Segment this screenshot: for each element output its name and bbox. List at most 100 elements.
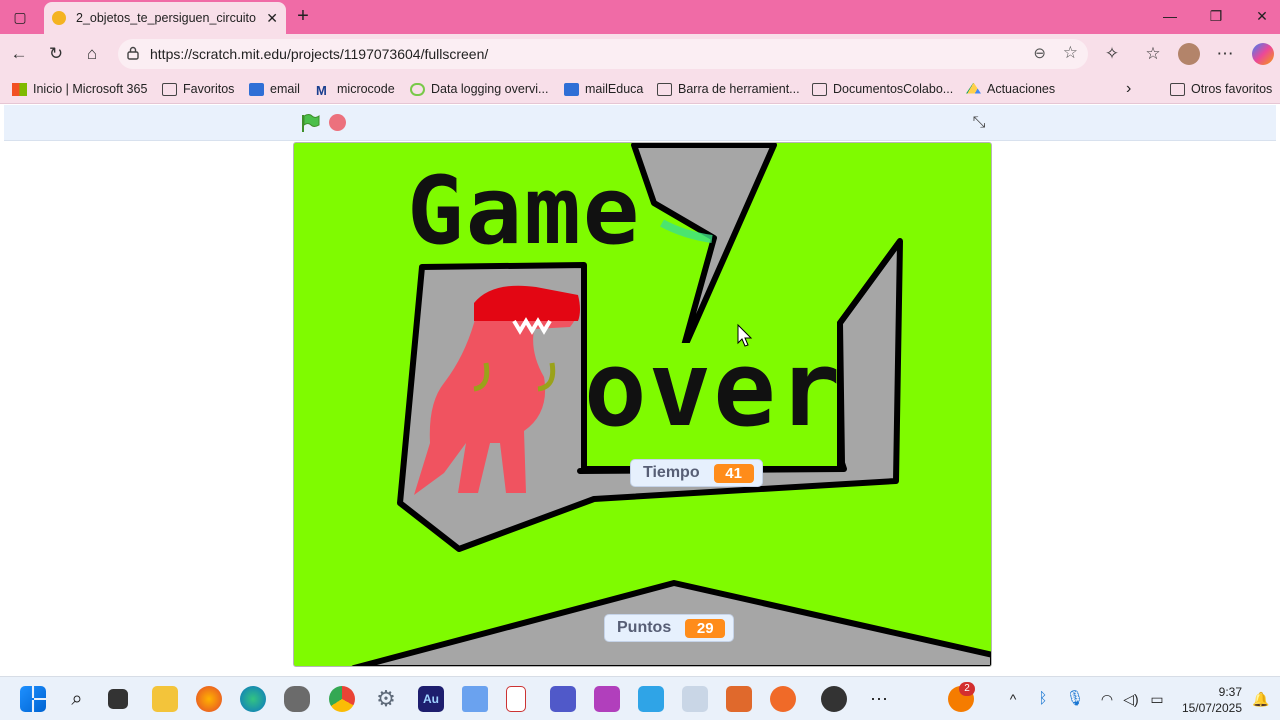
stop-button[interactable] (329, 114, 346, 131)
game-over-scene: Game over (351, 143, 991, 666)
folder-icon (162, 82, 177, 96)
microphone-icon[interactable]: 🎙 (1062, 686, 1088, 712)
bookmark-favoritos[interactable]: Favoritos (162, 80, 234, 98)
extensions-icon[interactable]: ✧ (1101, 43, 1123, 65)
bookmark-actuaciones[interactable]: Actuaciones (966, 80, 1055, 98)
close-tab-icon[interactable]: ✕ (266, 10, 278, 27)
document-app-icon[interactable] (506, 686, 526, 712)
battery-icon[interactable]: ▭ (1144, 686, 1170, 712)
folder-icon (812, 82, 827, 96)
volume-icon[interactable]: ◁) (1118, 686, 1144, 712)
address-bar-row: ← ↻ ⌂ https://scratch.mit.edu/projects/1… (0, 34, 1280, 74)
notification-badge: 2 (959, 682, 975, 696)
bookmark-microsoft365[interactable]: Inicio | Microsoft 365 (12, 80, 147, 98)
edge-icon[interactable] (240, 686, 266, 712)
bookmark-label: Actuaciones (987, 82, 1056, 96)
game-title-text: Game (407, 157, 641, 266)
purple-app-icon[interactable] (594, 686, 620, 712)
bookmark-label: Favoritos (183, 82, 235, 96)
new-tab-button[interactable]: + (292, 6, 314, 28)
bookmark-label: DocumentosColabo... (833, 82, 954, 96)
bookmarks-overflow-chevron-icon[interactable]: › (1126, 80, 1131, 98)
green-flag-icon[interactable] (300, 113, 320, 133)
bookmark-microcode[interactable]: Mmicrocode (316, 80, 395, 98)
chrome-icon[interactable] (329, 686, 355, 712)
mail-icon (564, 82, 579, 96)
folder-icon (657, 82, 672, 96)
clock-time[interactable]: 9:37 (1180, 685, 1242, 699)
obs-icon[interactable] (821, 686, 847, 712)
lock-icon (127, 46, 139, 60)
ghost-app-icon[interactable] (682, 686, 708, 712)
notifications-bell-icon[interactable]: 🔔 (1248, 686, 1274, 712)
windows-start-icon[interactable] (20, 686, 46, 712)
folder-icon (1170, 82, 1185, 96)
bookmark-email[interactable]: email (249, 80, 300, 98)
bookmark-label: mailEduca (585, 82, 644, 96)
task-view-icon[interactable] (108, 689, 128, 709)
favorite-star-icon[interactable]: ☆ (1063, 43, 1078, 63)
more-apps-icon[interactable]: ⋯ (866, 686, 892, 712)
bookmark-label: Barra de herramient... (678, 82, 800, 96)
scratch-favicon-icon (52, 11, 66, 25)
tab-active[interactable]: 2_objetos_te_persiguen_circuito o ✕ (44, 2, 286, 34)
bookmark-label: email (270, 82, 300, 96)
bookmark-barra-herramientas[interactable]: Barra de herramient... (657, 80, 800, 98)
zoom-icon[interactable]: ⊖ (1033, 44, 1046, 62)
bookmark-documentos[interactable]: DocumentosColabo... (812, 80, 953, 98)
tiempo-monitor: Tiempo 41 (630, 459, 763, 487)
bookmark-otros-favoritos[interactable]: Otros favoritos (1170, 80, 1272, 98)
audition-icon[interactable]: Au (418, 686, 444, 712)
gimp-icon[interactable] (284, 686, 310, 712)
bookmark-label: Otros favoritos (1191, 82, 1273, 96)
tab-actions-icon[interactable]: ▢ (8, 6, 32, 28)
url-text: https://scratch.mit.edu/projects/1197073… (150, 46, 489, 62)
google-drive-icon (966, 82, 981, 94)
tiempo-value: 41 (713, 463, 754, 483)
bluetooth-icon[interactable]: ᛒ (1030, 686, 1056, 712)
settings-gear-icon[interactable]: ⚙ (373, 686, 399, 712)
back-button[interactable]: ← (8, 43, 30, 65)
minimize-button[interactable]: — (1160, 8, 1180, 26)
exit-fullscreen-icon[interactable]: ⤡ (967, 111, 991, 135)
browser-titlebar: ▢ 2_objetos_te_persiguen_circuito o ✕ + … (0, 0, 1280, 34)
copilot-icon[interactable] (1252, 43, 1274, 65)
tray-expand-icon[interactable]: ^ (1000, 686, 1026, 712)
grey-spike-top (631, 143, 777, 356)
mail-icon (249, 82, 264, 96)
more-menu-icon[interactable]: ⋯ (1214, 43, 1236, 65)
profile-avatar[interactable] (1178, 43, 1200, 65)
clock-date[interactable]: 15/07/2025 (1170, 701, 1242, 715)
puntos-monitor: Puntos 29 (604, 614, 735, 642)
bookmark-maileduca[interactable]: mailEduca (564, 80, 643, 98)
favorites-icon[interactable]: ☆ (1142, 43, 1164, 65)
scratch-stage[interactable]: Game over Tiempo 41 Puntos 29 (293, 142, 992, 667)
fox-app-icon[interactable] (770, 686, 796, 712)
restore-button[interactable]: ❐ (1206, 8, 1226, 26)
bookmark-label: microcode (337, 82, 395, 96)
orange-app-icon[interactable] (726, 686, 752, 712)
file-explorer-icon[interactable] (152, 686, 178, 712)
edu-app-icon[interactable] (638, 686, 664, 712)
dev-app-icon[interactable] (462, 686, 488, 712)
tab-title: 2_objetos_te_persiguen_circuito o (76, 11, 261, 25)
wifi-icon[interactable]: ◠ (1094, 686, 1120, 712)
refresh-button[interactable]: ↻ (45, 43, 67, 65)
bookmark-label: Data logging overvi... (431, 82, 549, 96)
bookmark-label: Inicio | Microsoft 365 (33, 82, 148, 96)
home-button[interactable]: ⌂ (81, 43, 103, 65)
puntos-label: Puntos (617, 619, 672, 636)
close-window-button[interactable]: ✕ (1252, 8, 1272, 26)
bookmark-data-logging[interactable]: Data logging overvi... (410, 80, 548, 98)
over-title-text: over (584, 328, 842, 450)
windows-taskbar: ⌕ ⚙ Au ⋯ 2 ^ ᛒ 🎙 ◠ ◁) ▭ 9:37 15/07/2025 … (0, 676, 1280, 720)
puntos-value: 29 (685, 618, 726, 638)
firefox-icon[interactable] (196, 686, 222, 712)
search-icon[interactable]: ⌕ (64, 686, 90, 712)
bookmarks-bar: Inicio | Microsoft 365 Favoritos email M… (0, 74, 1280, 104)
url-bar[interactable]: https://scratch.mit.edu/projects/1197073… (118, 39, 1088, 69)
teams-icon[interactable] (550, 686, 576, 712)
scratch-controls-bar: ⤡ (4, 105, 1276, 141)
microcode-icon: M (316, 82, 327, 98)
data-logging-icon (410, 82, 425, 96)
